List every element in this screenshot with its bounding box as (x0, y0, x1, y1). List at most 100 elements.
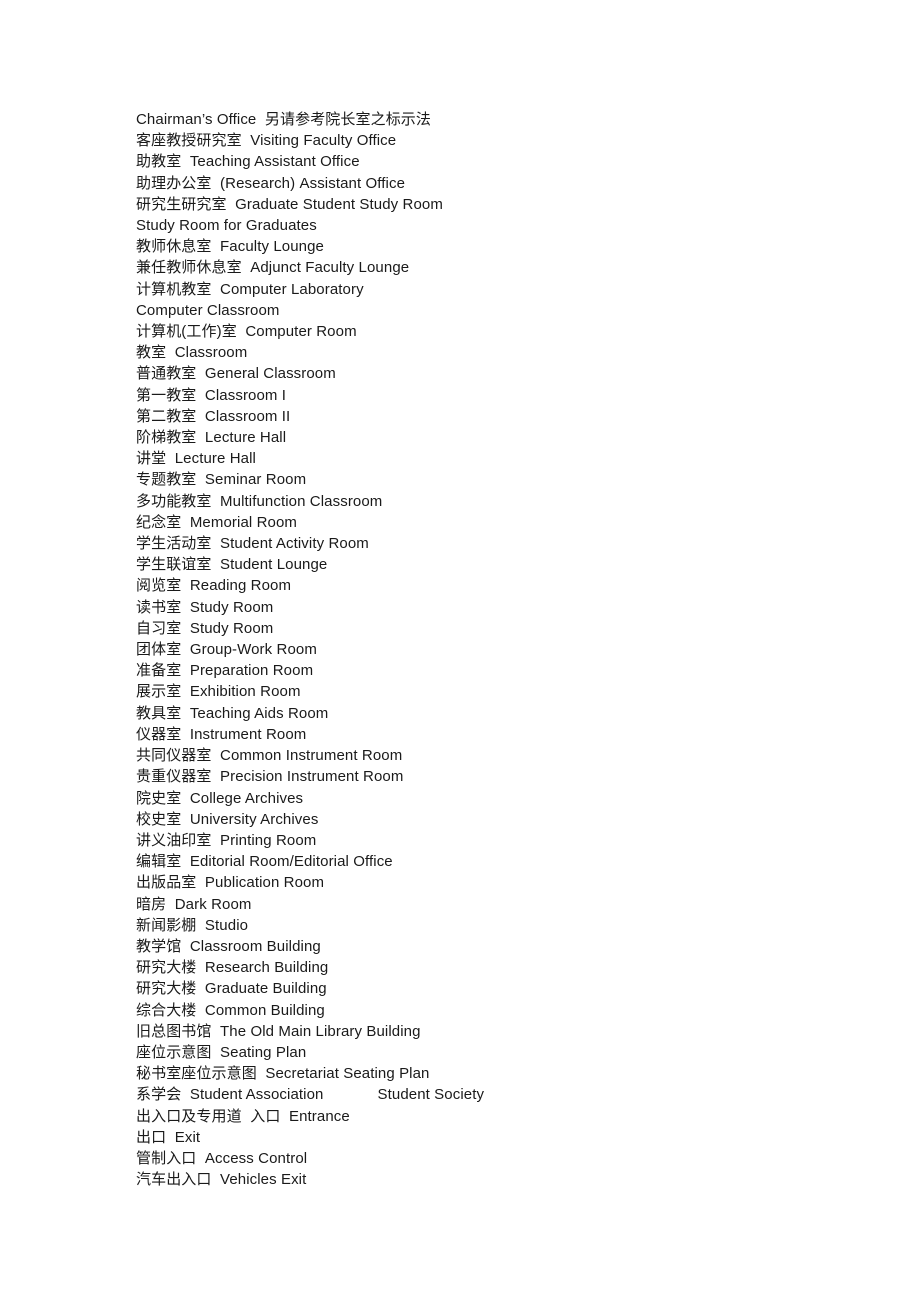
glossary-entry-text: 专题教室 Seminar Room (136, 471, 307, 489)
glossary-entry-text: 团体室 Group-Work Room (136, 641, 317, 659)
glossary-entry-text: 客座教授研究室 Visiting Faculty Office (136, 132, 397, 150)
glossary-entry-text: 助理办公室 (Research) Assistant Office (136, 174, 406, 192)
glossary-entry-text: 教室 Classroom (136, 344, 248, 362)
glossary-entry: 出版品室 Publication Room (136, 872, 876, 893)
glossary-entry-text: 共同仪器室 Common Instrument Room (136, 747, 403, 765)
glossary-entry-text: Chairman’s Office 另请参考院长室之标示法 (136, 111, 431, 128)
glossary-entry-text: 汽车出入口 Vehicles Exit (136, 1171, 307, 1189)
glossary-entry-text: 普通教室 General Classroom (136, 365, 336, 383)
glossary-entry: 展示室 Exhibition Room (136, 681, 876, 702)
glossary-entry: 准备室 Preparation Room (136, 660, 876, 681)
glossary-entry: 研究生研究室 Graduate Student Study Room (136, 194, 876, 215)
glossary-entry-text: 自习室 Study Room (136, 619, 274, 637)
glossary-entry: 新闻影棚 Studio (136, 915, 876, 936)
glossary-entry: 共同仪器室 Common Instrument Room (136, 745, 876, 766)
glossary-entry: 校史室 University Archives (136, 809, 876, 830)
glossary-entry: 兼任教师休息室 Adjunct Faculty Lounge (136, 257, 876, 278)
glossary-entry-text: 校史室 University Archives (136, 810, 319, 828)
glossary-entry-text: 出版品室 Publication Room (136, 874, 325, 892)
glossary-entry-text: 兼任教师休息室 Adjunct Faculty Lounge (136, 259, 410, 277)
glossary-entry-text: 编辑室 Editorial Room/Editorial Office (136, 853, 393, 871)
glossary-entry: 计算机(工作)室 Computer Room (136, 321, 876, 342)
glossary-entry: 专题教室 Seminar Room (136, 469, 876, 490)
glossary-entry-text: 出口 Exit (136, 1128, 201, 1146)
glossary-entry: 阶梯教室 Lecture Hall (136, 427, 876, 448)
glossary-entry: 研究大楼 Research Building (136, 957, 876, 978)
glossary-entry: 管制入口 Access Control (136, 1148, 876, 1169)
glossary-entry: 仪器室 Instrument Room (136, 724, 876, 745)
glossary-entry: 暗房 Dark Room (136, 894, 876, 915)
glossary-entry-text: 学生联谊室 Student Lounge (136, 556, 328, 574)
glossary-entry: 教具室 Teaching Aids Room (136, 703, 876, 724)
glossary-entry-text: 教师休息室 Faculty Lounge (136, 238, 325, 256)
glossary-entry-text: 研究大楼 Graduate Building (136, 980, 327, 998)
glossary-entry: 综合大楼 Common Building (136, 1000, 876, 1021)
glossary-entry: 讲义油印室 Printing Room (136, 830, 876, 851)
glossary-entry-text: 多功能教室 Multifunction Classroom (136, 492, 383, 510)
glossary-entry-text: 读书室 Study Room (136, 598, 274, 616)
glossary-entry-text: 旧总图书馆 The Old Main Library Building (136, 1022, 421, 1040)
glossary-entry-alt-text: Student Society (377, 1086, 485, 1104)
glossary-entry: Chairman’s Office 另请参考院长室之标示法 (136, 109, 876, 130)
glossary-entry-text: 暗房 Dark Room (136, 895, 252, 913)
glossary-entry-text: 出入口及专用道 入口 Entrance (136, 1107, 350, 1125)
glossary-entry: 团体室 Group-Work Room (136, 639, 876, 660)
glossary-entry: 第二教室 Classroom II (136, 406, 876, 427)
glossary-entry-text: 展示室 Exhibition Room (136, 683, 301, 701)
glossary-entry: 系学会 Student Association Student Society (136, 1084, 876, 1105)
glossary-entry-text: 研究生研究室 Graduate Student Study Room (136, 195, 443, 213)
glossary-entry-text: 院史室 College Archives (136, 789, 304, 807)
glossary-entry: 阅览室 Reading Room (136, 575, 876, 596)
glossary-entry: 出口 Exit (136, 1127, 876, 1148)
glossary-entry: 计算机教室 Computer Laboratory (136, 279, 876, 300)
glossary-entry-text: 仪器室 Instrument Room (136, 725, 307, 743)
glossary-entry: 纪念室 Memorial Room (136, 512, 876, 533)
glossary-entry: 助理办公室 (Research) Assistant Office (136, 173, 876, 194)
glossary-entry: 秘书室座位示意图 Secretariat Seating Plan (136, 1063, 876, 1084)
glossary-entry-text: Study Room for Graduates (136, 217, 317, 235)
glossary-entry: 教师休息室 Faculty Lounge (136, 236, 876, 257)
glossary-entry-text: 讲堂 Lecture Hall (136, 450, 256, 468)
glossary-entry-text: 计算机(工作)室 Computer Room (136, 323, 357, 341)
glossary-entry-text: 贵重仪器室 Precision Instrument Room (136, 768, 404, 786)
glossary-entry: 多功能教室 Multifunction Classroom (136, 491, 876, 512)
glossary-entry-text: 第二教室 Classroom II (136, 407, 291, 425)
glossary-entry: 研究大楼 Graduate Building (136, 978, 876, 999)
glossary-entry-text: Computer Classroom (136, 301, 280, 319)
glossary-entry-text: 管制入口 Access Control (136, 1149, 308, 1167)
glossary-entry: 院史室 College Archives (136, 788, 876, 809)
glossary-entry-text: 研究大楼 Research Building (136, 959, 329, 977)
glossary-entry-text: 教具室 Teaching Aids Room (136, 704, 329, 722)
glossary-entry: 读书室 Study Room (136, 597, 876, 618)
glossary-entry-text: 系学会 Student Association (136, 1086, 324, 1104)
glossary-entry: 自习室 Study Room (136, 618, 876, 639)
glossary-entry: 讲堂 Lecture Hall (136, 448, 876, 469)
glossary-entry-text: 准备室 Preparation Room (136, 662, 314, 680)
glossary-entry: 教室 Classroom (136, 342, 876, 363)
glossary-entry: 学生联谊室 Student Lounge (136, 554, 876, 575)
glossary-entry: Computer Classroom (136, 300, 876, 321)
glossary-entry-text: 座位示意图 Seating Plan (136, 1043, 307, 1061)
glossary-entry: 编辑室 Editorial Room/Editorial Office (136, 851, 876, 872)
glossary-entry-text: 秘书室座位示意图 Secretariat Seating Plan (136, 1065, 430, 1083)
glossary-entry: 第一教室 Classroom I (136, 385, 876, 406)
glossary-entry-text: 纪念室 Memorial Room (136, 513, 297, 531)
glossary-entry: Study Room for Graduates (136, 215, 876, 236)
document-page: Chairman’s Office 另请参考院长室之标示法 客座教授研究室 Vis… (0, 0, 920, 1302)
glossary-entry-text: 阶梯教室 Lecture Hall (136, 429, 287, 447)
glossary-entry: 助教室 Teaching Assistant Office (136, 151, 876, 172)
glossary-entry-text: 新闻影棚 Studio (136, 916, 249, 934)
glossary-entry: 贵重仪器室 Precision Instrument Room (136, 766, 876, 787)
glossary-entry: 普通教室 General Classroom (136, 363, 876, 384)
glossary-entry-text: 学生活动室 Student Activity Room (136, 535, 369, 553)
glossary-entry-text: 综合大楼 Common Building (136, 1001, 325, 1019)
glossary-entry-text: 教学馆 Classroom Building (136, 937, 321, 955)
glossary-entry: 座位示意图 Seating Plan (136, 1042, 876, 1063)
glossary-entry: 旧总图书馆 The Old Main Library Building (136, 1021, 876, 1042)
glossary-entry: 学生活动室 Student Activity Room (136, 533, 876, 554)
glossary-entry-text: 计算机教室 Computer Laboratory (136, 280, 364, 298)
glossary-entry: 客座教授研究室 Visiting Faculty Office (136, 130, 876, 151)
glossary-entry-text: 阅览室 Reading Room (136, 577, 292, 595)
glossary-entry-text: 讲义油印室 Printing Room (136, 831, 317, 849)
glossary-entry: 汽车出入口 Vehicles Exit (136, 1169, 876, 1190)
